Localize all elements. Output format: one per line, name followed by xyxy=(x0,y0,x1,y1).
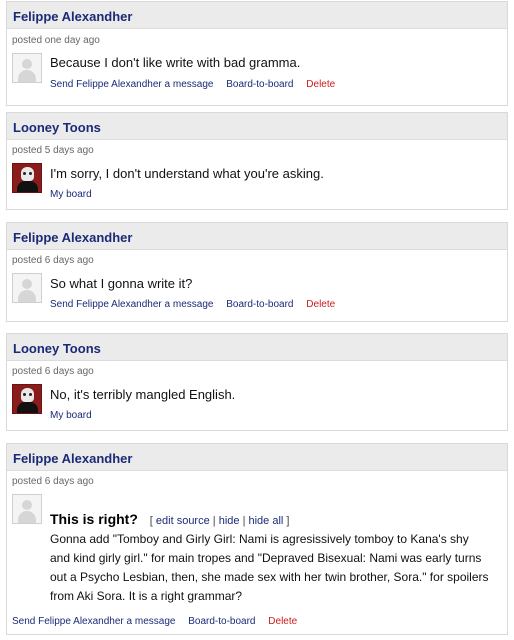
post-message: I'm sorry, I don't understand what you'r… xyxy=(50,166,324,181)
board-post: Felippe Alexandher posted 6 days ago Thi… xyxy=(6,443,508,635)
post-header: Felippe Alexandher xyxy=(7,444,507,471)
board-to-board-link[interactable]: Board-to-board xyxy=(226,79,293,90)
send-message-link[interactable]: Send Felippe Alexandher a message xyxy=(12,616,175,627)
user-avatar-icon[interactable] xyxy=(12,384,42,414)
post-header: Felippe Alexandher xyxy=(7,223,507,250)
section-title: This is right? xyxy=(50,511,138,527)
section-tools: [ edit source | hide | hide all ] xyxy=(150,515,290,527)
board-post: Looney Toons posted 5 days ago I'm sorry… xyxy=(6,112,508,210)
post-message: Gonna add "Tomboy and Girly Girl: Nami i… xyxy=(50,532,489,603)
author-link[interactable]: Felippe Alexandher xyxy=(13,451,132,466)
post-timestamp: posted 6 days ago xyxy=(12,476,94,487)
send-message-link[interactable]: Send Felippe Alexandher a message xyxy=(50,79,213,90)
edit-source-link[interactable]: edit source xyxy=(156,515,210,527)
post-timestamp: posted one day ago xyxy=(12,35,100,46)
post-message: So what I gonna write it? xyxy=(50,276,193,291)
separator: | xyxy=(212,515,216,527)
post-actions: My board xyxy=(50,189,102,200)
board-post: Felippe Alexandher posted one day ago Be… xyxy=(6,1,508,106)
delete-link[interactable]: Delete xyxy=(306,79,335,90)
separator: | xyxy=(242,515,246,527)
author-link[interactable]: Looney Toons xyxy=(13,341,101,356)
post-actions: Send Felippe Alexandher a message Board-… xyxy=(50,299,345,310)
board-to-board-link[interactable]: Board-to-board xyxy=(226,299,293,310)
post-timestamp: posted 5 days ago xyxy=(12,145,94,156)
post-timestamp: posted 6 days ago xyxy=(12,255,94,266)
bracket-close: ] xyxy=(286,515,290,527)
board-post: Felippe Alexandher posted 6 days ago So … xyxy=(6,222,508,322)
user-avatar-icon[interactable] xyxy=(12,163,42,193)
post-actions: My board xyxy=(50,410,102,421)
default-avatar-icon[interactable] xyxy=(12,273,42,303)
hide-all-link[interactable]: hide all xyxy=(248,515,283,527)
default-avatar-icon[interactable] xyxy=(12,53,42,83)
post-header: Felippe Alexandher xyxy=(7,2,507,29)
board-post: Looney Toons posted 6 days ago No, it's … xyxy=(6,333,508,431)
post-message: Because I don't like write with bad gram… xyxy=(50,55,301,70)
board-to-board-link[interactable]: Board-to-board xyxy=(188,616,255,627)
send-message-link[interactable]: Send Felippe Alexandher a message xyxy=(50,299,213,310)
author-link[interactable]: Looney Toons xyxy=(13,120,101,135)
default-avatar-icon[interactable] xyxy=(12,494,42,524)
post-actions: Send Felippe Alexandher a message Board-… xyxy=(50,79,345,90)
post-header: Looney Toons xyxy=(7,113,507,140)
post-actions: Send Felippe Alexandher a message Board-… xyxy=(12,616,307,627)
section-heading: This is right? [ edit source | hide | hi… xyxy=(50,511,289,527)
post-header: Looney Toons xyxy=(7,334,507,361)
hide-link[interactable]: hide xyxy=(219,515,240,527)
delete-link[interactable]: Delete xyxy=(306,299,335,310)
author-link[interactable]: Felippe Alexandher xyxy=(13,9,132,24)
bracket-open: [ xyxy=(149,515,153,527)
post-message: No, it's terribly mangled English. xyxy=(50,387,236,402)
post-timestamp: posted 6 days ago xyxy=(12,366,94,377)
delete-link[interactable]: Delete xyxy=(268,616,297,627)
my-board-link[interactable]: My board xyxy=(50,410,92,421)
my-board-link[interactable]: My board xyxy=(50,189,92,200)
author-link[interactable]: Felippe Alexandher xyxy=(13,230,132,245)
